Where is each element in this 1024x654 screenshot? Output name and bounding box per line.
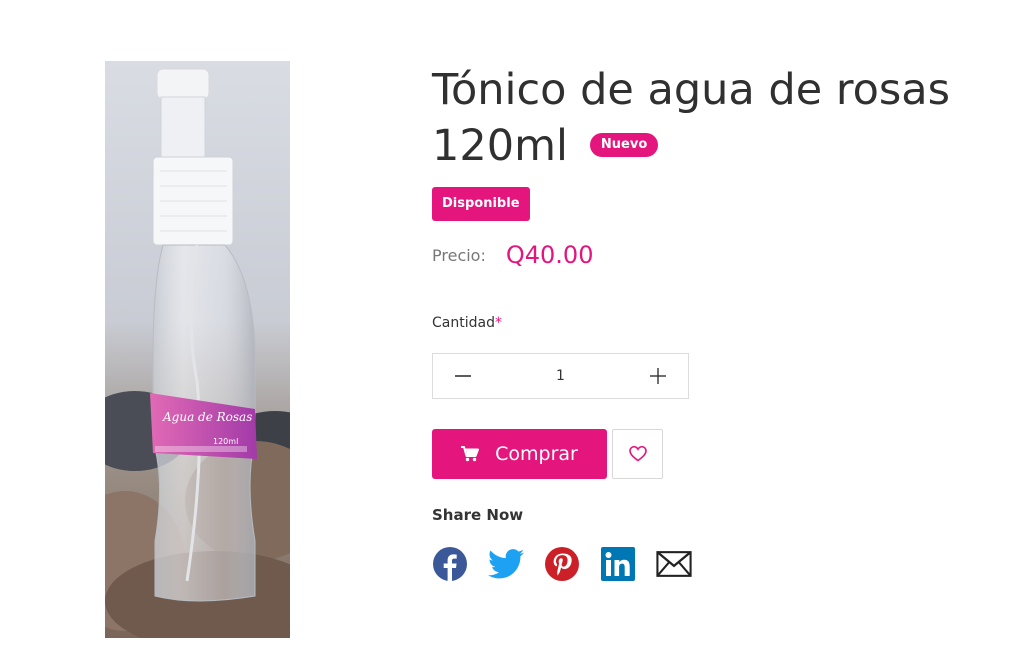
new-badge: Nuevo [589, 132, 659, 157]
share-icons [432, 546, 692, 582]
product-image[interactable]: Agua de Rosas 120ml [105, 61, 290, 638]
quantity-label: Cantidad* [432, 315, 502, 331]
twitter-icon[interactable] [488, 546, 524, 582]
pinterest-icon[interactable] [544, 546, 580, 582]
heart-icon [628, 446, 647, 462]
increase-quantity-button[interactable] [628, 354, 688, 398]
availability-badge: Disponible [432, 187, 530, 221]
quantity-input[interactable] [493, 353, 628, 399]
price-value: Q40.00 [505, 241, 594, 269]
buy-button-label: Comprar [495, 443, 578, 465]
buy-button[interactable]: Comprar [432, 429, 607, 479]
wishlist-button[interactable] [612, 429, 663, 479]
cart-icon [461, 446, 480, 462]
svg-text:120ml: 120ml [213, 437, 238, 446]
linkedin-icon[interactable] [600, 546, 636, 582]
required-mark: * [494, 315, 502, 331]
email-icon[interactable] [656, 546, 692, 582]
minus-icon [455, 375, 471, 377]
decrease-quantity-button[interactable] [433, 354, 493, 398]
quantity-label-text: Cantidad [432, 315, 495, 331]
share-label: Share Now [432, 506, 524, 524]
product-title: Tónico de agua de rosas 120ml Nuevo [432, 62, 992, 174]
quantity-stepper [432, 353, 689, 399]
svg-text:Agua de Rosas: Agua de Rosas [162, 410, 252, 424]
facebook-icon[interactable] [432, 546, 468, 582]
price-row: Precio: Q40.00 [432, 238, 593, 272]
plus-icon [650, 368, 666, 384]
bottle-illustration: Agua de Rosas 120ml [105, 61, 290, 638]
price-label: Precio: [432, 245, 486, 265]
product-title-text: Tónico de agua de rosas 120ml [432, 65, 951, 171]
